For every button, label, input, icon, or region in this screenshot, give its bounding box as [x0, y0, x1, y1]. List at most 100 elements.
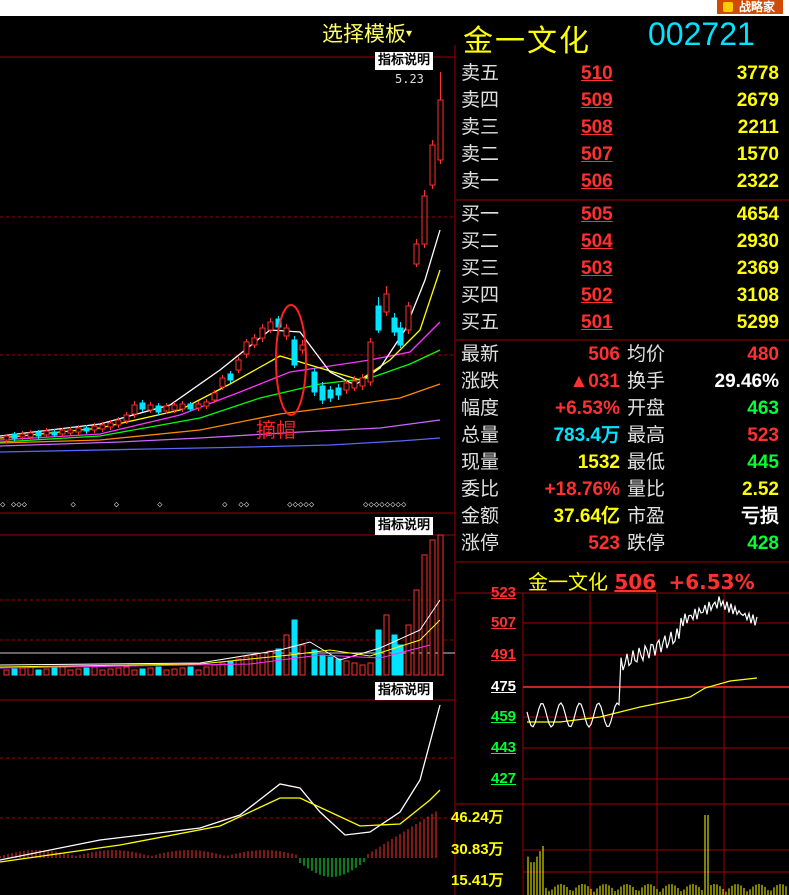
stock-code: 002721	[648, 16, 755, 52]
macd-indicator-button[interactable]: 指标说明	[375, 682, 434, 700]
candle-body	[155, 405, 162, 413]
ask-label: 卖一	[461, 170, 500, 192]
candle-body	[179, 403, 186, 410]
bid-row[interactable]: 买二 504 2930	[461, 228, 783, 255]
stat-value: 783.4万	[553, 425, 620, 446]
volume-bar	[83, 667, 90, 676]
volume-bar	[311, 649, 318, 676]
bid-row[interactable]: 买四 502 3108	[461, 282, 783, 309]
stat-label: 换手	[627, 370, 666, 392]
volume-bar	[187, 666, 194, 676]
ask-price: 510	[581, 63, 613, 84]
stat-label: 委比	[461, 478, 500, 500]
candle-body	[267, 321, 274, 331]
volume-bar	[203, 666, 210, 676]
candle-body	[397, 327, 404, 346]
intraday-price-line	[526, 596, 758, 728]
ask-row[interactable]: 卖四 509 2679	[461, 87, 783, 114]
intraday-avg-line	[527, 677, 758, 723]
brand-button[interactable]: 战略家	[716, 0, 783, 14]
ask-row[interactable]: 卖五 510 3778	[461, 60, 783, 87]
stat-label: 最新	[461, 343, 500, 365]
ask-qty: 2211	[737, 117, 779, 138]
candle-body	[43, 430, 50, 436]
candle-body	[299, 344, 306, 351]
highlight-ellipse	[275, 304, 307, 416]
ask-label: 卖三	[461, 116, 500, 138]
stat-value: 463	[747, 398, 779, 419]
stat-value: 523	[747, 425, 779, 446]
volume-bar	[91, 666, 98, 676]
stat-value: ▲031	[569, 371, 620, 392]
intraday-grid	[523, 593, 789, 895]
candle-body	[91, 425, 98, 431]
volume-bar	[123, 666, 130, 676]
intraday-stock-name: 金一文化	[528, 570, 608, 594]
bid-row[interactable]: 买五 501 5299	[461, 309, 783, 336]
bid-label: 买一	[461, 203, 500, 225]
quote-stat-row: 涨跌 ▲031 换手 29.46%	[461, 368, 783, 395]
bid-row[interactable]: 买三 503 2369	[461, 255, 783, 282]
ma-yellow-line	[0, 269, 441, 439]
ask-label: 卖二	[461, 143, 500, 165]
candle-body	[437, 99, 444, 161]
macd-bars	[0, 811, 437, 877]
bid-price: 501	[581, 312, 613, 333]
ask-qty: 2322	[736, 171, 779, 192]
moving-averages	[0, 229, 441, 453]
stat-label: 最低	[627, 451, 666, 473]
quote-stat-row: 最新 506 均价 480	[461, 341, 783, 368]
candle-body	[283, 327, 290, 337]
bid-qty: 4654	[736, 204, 779, 225]
candle-body	[99, 424, 106, 430]
candle-body	[359, 377, 366, 387]
candle-body	[375, 305, 382, 331]
candle-body	[351, 380, 358, 389]
stat-value: 480	[747, 344, 779, 365]
candle-body	[391, 317, 398, 333]
ask-row[interactable]: 卖一 506 2322	[461, 168, 783, 195]
bid-qty: 2930	[736, 231, 779, 252]
quote-stat-row: 现量 1532 最低 445	[461, 449, 783, 476]
volume-bar	[163, 669, 170, 676]
ask-row[interactable]: 卖二 507 1570	[461, 141, 783, 168]
kline-indicator-button[interactable]: 指标说明	[375, 52, 434, 70]
candle-body	[319, 385, 326, 401]
ask-row[interactable]: 卖三 508 2211	[461, 114, 783, 141]
candlesticks	[3, 72, 444, 443]
candle-body	[139, 402, 146, 410]
template-selector[interactable]: 选择模板▾	[322, 18, 412, 48]
intraday-header: 金一文化 506 +6.53%	[528, 566, 755, 595]
volume-indicator-button[interactable]: 指标说明	[375, 517, 434, 535]
candle-body	[67, 429, 74, 434]
ask-price: 508	[581, 117, 613, 138]
intraday-y-label: 507	[491, 614, 517, 631]
candle-body	[3, 435, 10, 441]
volume-bar	[429, 539, 436, 676]
stat-label: 涨跌	[461, 370, 500, 392]
candle-body	[413, 243, 420, 265]
intraday-y-label: 427	[491, 770, 517, 787]
volume-bar	[43, 668, 50, 676]
ma-white-line	[0, 229, 441, 437]
candle-body	[11, 433, 18, 439]
ask-label: 卖四	[461, 89, 500, 111]
intraday-y-label: 459	[491, 708, 517, 725]
volume-ma	[0, 599, 441, 669]
volume-bar	[351, 662, 358, 676]
candle-body	[421, 195, 428, 245]
stat-value: 428	[747, 533, 779, 554]
bid-label: 买四	[461, 284, 500, 306]
stat-label: 最高	[627, 424, 666, 446]
bid-row[interactable]: 买一 505 4654	[461, 201, 783, 228]
ask-price: 506	[581, 171, 613, 192]
candle-body	[107, 422, 114, 428]
volume-bar	[335, 658, 342, 676]
candle-body	[83, 427, 90, 432]
ask-price: 507	[581, 144, 613, 165]
template-selector-label: 选择模板	[322, 22, 406, 46]
quote-stat-row: 总量 783.4万 最高 523	[461, 422, 783, 449]
volume-bar	[139, 668, 146, 676]
bid-label: 买五	[461, 311, 500, 333]
bid-price: 503	[581, 258, 613, 279]
